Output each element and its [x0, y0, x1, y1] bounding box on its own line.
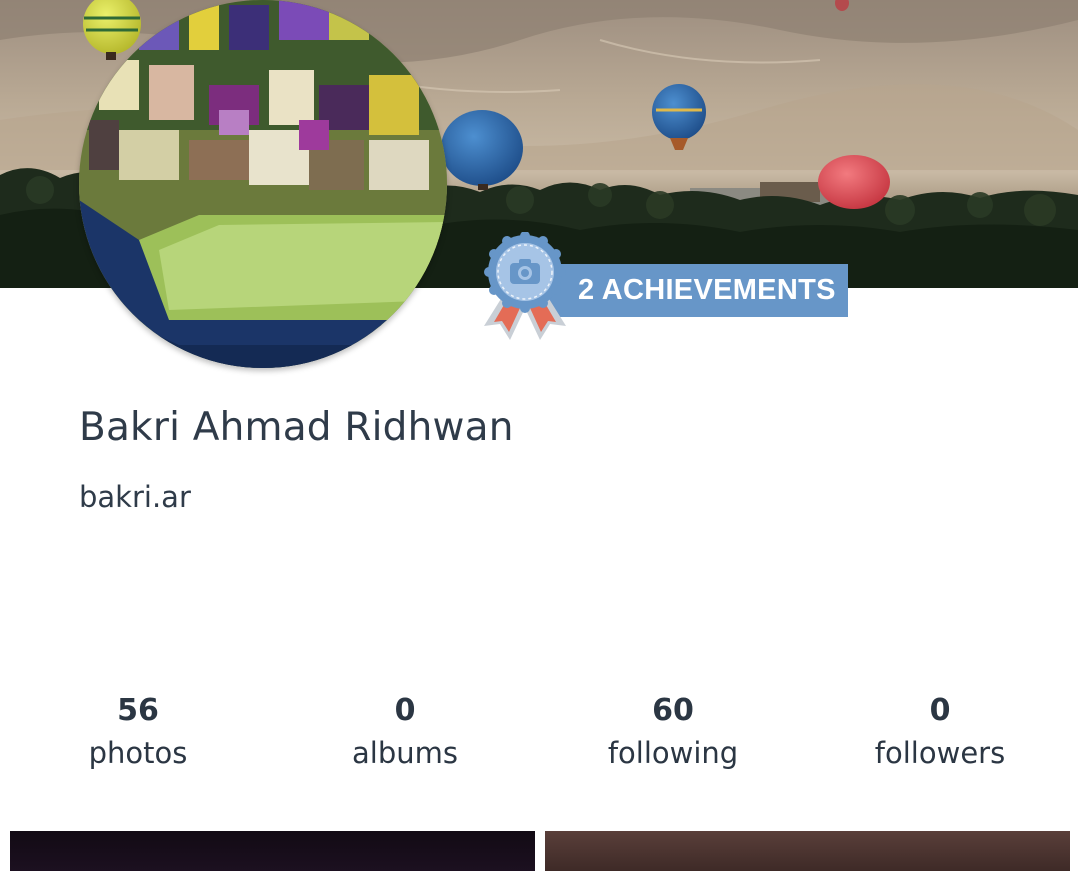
- profile-stats: 56 photos 0 albums 60 following 0 follow…: [0, 690, 1078, 780]
- profile-avatar[interactable]: [79, 0, 447, 368]
- stat-albums-count: 0: [394, 693, 416, 728]
- photo-thumbnail[interactable]: [10, 831, 535, 871]
- stat-followers[interactable]: 0 followers: [840, 690, 1040, 774]
- award-ribbon-camera-icon: [482, 231, 568, 346]
- stat-following-count: 60: [652, 693, 694, 728]
- stat-albums-label: albums: [352, 736, 458, 770]
- profile-name: Bakri Ahmad Ridhwan: [79, 405, 514, 450]
- photo-thumbnail[interactable]: [545, 831, 1070, 871]
- stat-photos-count: 56: [117, 693, 159, 728]
- stat-photos-label: photos: [88, 736, 188, 770]
- stat-photos[interactable]: 56 photos: [38, 690, 238, 774]
- achievements-badge[interactable]: 2 ACHIEVEMENTS: [482, 231, 848, 346]
- stat-following[interactable]: 60 following: [573, 690, 773, 774]
- stat-followers-count: 0: [929, 693, 951, 728]
- stat-following-label: following: [607, 736, 739, 770]
- stat-albums[interactable]: 0 albums: [305, 690, 505, 774]
- profile-username: bakri.ar: [79, 480, 191, 514]
- stat-followers-label: followers: [874, 736, 1006, 770]
- achievements-label: 2 ACHIEVEMENTS: [548, 263, 848, 317]
